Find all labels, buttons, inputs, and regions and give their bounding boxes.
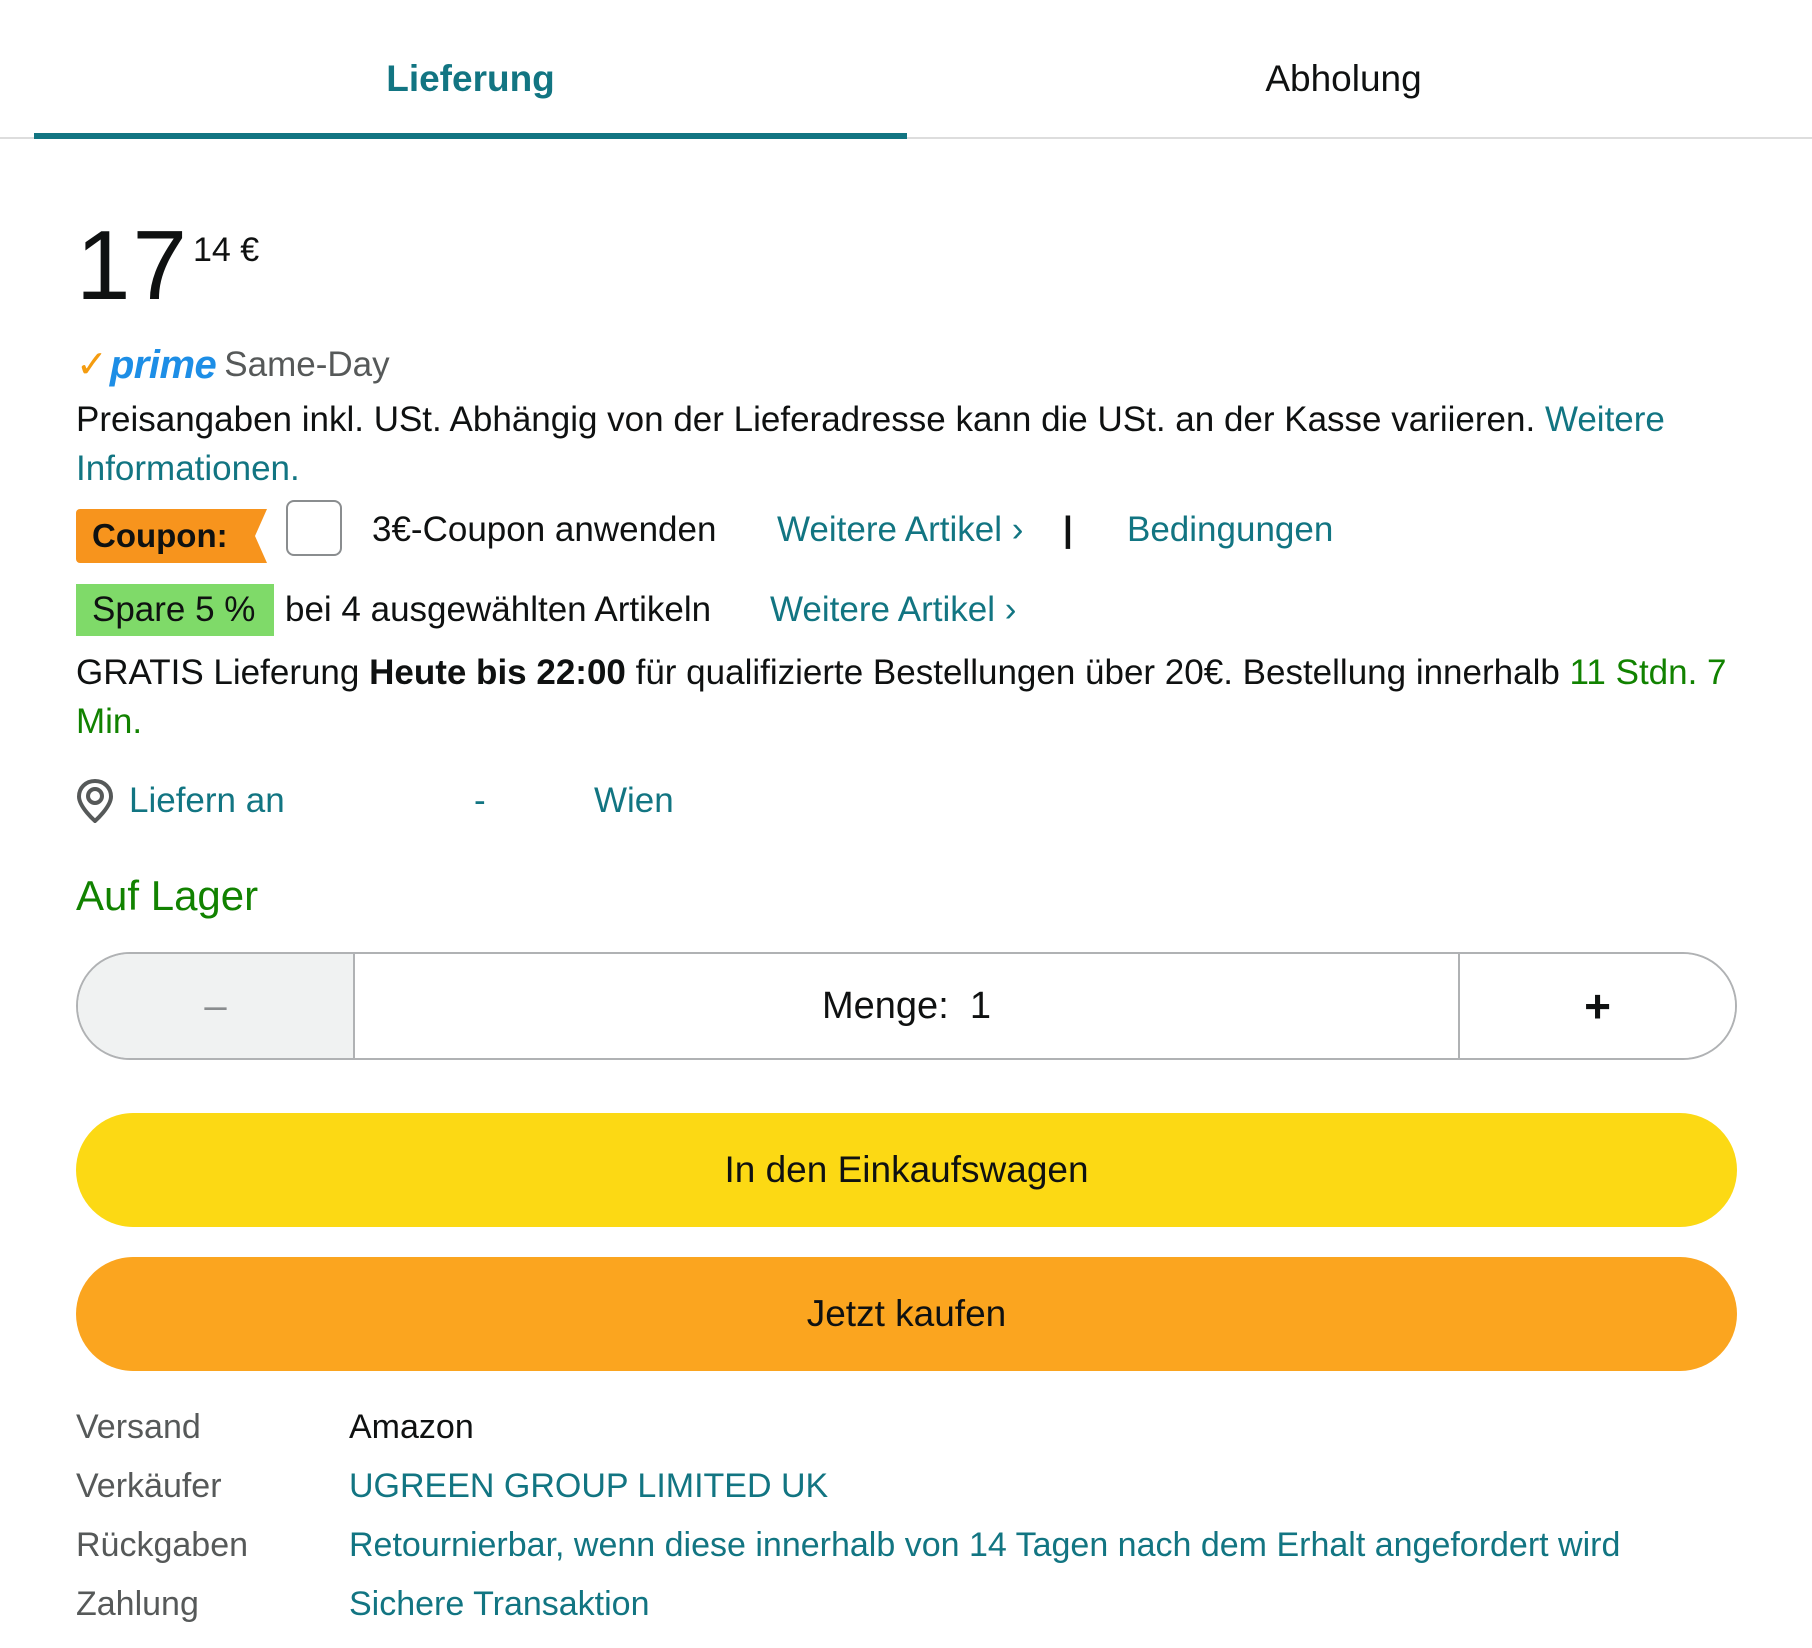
savings-more-items-link[interactable]: Weitere Artikel › <box>770 585 1016 635</box>
active-tab-indicator <box>34 133 907 139</box>
quantity-stepper: – Menge: 1 + <box>76 952 1737 1060</box>
coupon-badge: Coupon: <box>76 509 248 563</box>
coupon-terms-link[interactable]: Bedingungen <box>1127 505 1333 555</box>
detail-label: Versand <box>76 1408 201 1446</box>
detail-label: Verkäufer <box>76 1467 222 1505</box>
add-to-cart-button[interactable]: In den Einkaufswagen <box>76 1113 1737 1227</box>
tab-abholung[interactable]: Abholung <box>907 54 1780 104</box>
buy-now-button[interactable]: Jetzt kaufen <box>76 1257 1737 1371</box>
coupon-row: Coupon: 3€-Coupon anwenden Weitere Artik… <box>76 500 1776 563</box>
seller-link[interactable]: UGREEN GROUP LIMITED UK <box>349 1461 828 1511</box>
location-pin-icon <box>76 779 114 823</box>
coupon-checkbox[interactable] <box>286 500 342 556</box>
returns-policy-link[interactable]: Retournierbar, wenn diese innerhalb von … <box>349 1520 1620 1570</box>
vat-notice-text: Preisangaben inkl. USt. Abhängig von der… <box>76 400 1545 439</box>
savings-text: bei 4 ausgewählten Artikeln <box>285 590 712 629</box>
delivery-message: GRATIS Lieferung Heute bis 22:00 für qua… <box>76 648 1756 746</box>
quantity-value: Menge: 1 <box>355 954 1458 1058</box>
prime-badge: ✓ prime Same-Day <box>76 342 390 388</box>
detail-row-shipping: Versand Amazon <box>76 1402 1776 1461</box>
detail-row-returns: Rückgaben Retournierbar, wenn diese inne… <box>76 1520 1776 1579</box>
quantity-increase-button[interactable]: + <box>1458 954 1735 1058</box>
price-whole: 17 <box>76 210 190 320</box>
savings-row: Spare 5 % bei 4 ausgewählten Artikeln We… <box>76 584 1776 636</box>
vat-notice: Preisangaben inkl. USt. Abhängig von der… <box>76 395 1756 493</box>
shipping-value: Amazon <box>349 1408 474 1446</box>
quantity-decrease-button[interactable]: – <box>78 954 355 1058</box>
stock-status: Auf Lager <box>76 872 259 919</box>
deliver-to-separator: - <box>474 781 486 820</box>
detail-row-seller: Verkäufer UGREEN GROUP LIMITED UK <box>76 1461 1776 1520</box>
coupon-apply-label[interactable]: 3€-Coupon anwenden <box>372 505 716 555</box>
detail-row-payment: Zahlung Sichere Transaktion <box>76 1579 1776 1638</box>
deliver-to-city: Wien <box>594 781 674 820</box>
deliver-to-link[interactable]: Liefern an - Wien <box>76 776 1076 826</box>
delivery-tabs: Lieferung Abholung <box>0 0 1812 139</box>
delivery-condition: für qualifizierte Bestellungen über 20€.… <box>625 653 1570 692</box>
prime-logo: prime <box>109 343 217 387</box>
coupon-more-items-link[interactable]: Weitere Artikel › <box>777 505 1023 555</box>
prime-check-icon: ✓ <box>76 344 108 386</box>
delivery-time: Heute bis 22:00 <box>369 653 626 692</box>
detail-label: Rückgaben <box>76 1526 249 1564</box>
offer-details: Versand Amazon Verkäufer UGREEN GROUP LI… <box>76 1402 1776 1638</box>
detail-label: Zahlung <box>76 1585 199 1623</box>
secure-transaction-link[interactable]: Sichere Transaktion <box>349 1579 650 1629</box>
prime-same-day-label: Same-Day <box>224 345 390 384</box>
savings-badge: Spare 5 % <box>76 584 274 636</box>
coupon-badge-arrow <box>247 509 267 563</box>
deliver-to-label: Liefern an <box>129 781 285 820</box>
tab-lieferung[interactable]: Lieferung <box>34 54 907 104</box>
coupon-separator: | <box>1063 510 1073 549</box>
price-fraction: 14 € <box>193 231 260 269</box>
price: 17 14 € <box>76 210 259 320</box>
delivery-prefix: GRATIS Lieferung <box>76 653 370 692</box>
